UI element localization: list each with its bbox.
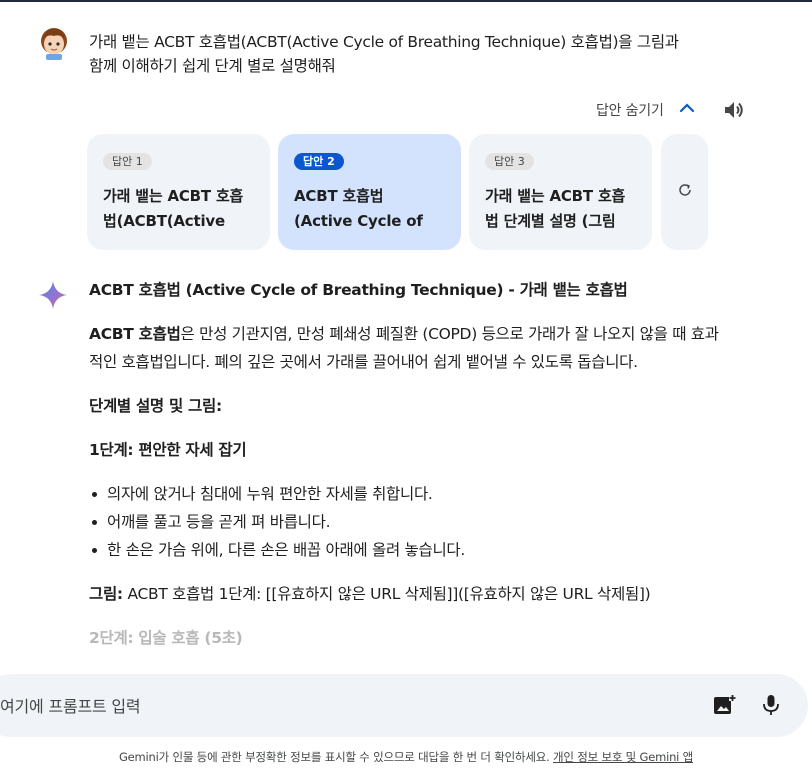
list-item: 어깨를 풀고 등을 곧게 펴 바릅니다. bbox=[89, 508, 719, 536]
response-title: ACBT 호흡법 (Active Cycle of Breathing Tech… bbox=[89, 281, 628, 299]
user-prompt: 가래 뱉는 ACBT 호흡법(ACBT(Active Cycle of Brea… bbox=[89, 30, 709, 78]
prompt-input-placeholder[interactable]: 여기에 프롬프트 입력 bbox=[0, 693, 141, 717]
draft-badge: 답안 2 bbox=[294, 153, 344, 170]
hide-drafts-label: 답안 숨기기 bbox=[596, 103, 664, 119]
disclaimer-text: Gemini가 인물 등에 관한 부정확한 정보를 표시할 수 있으므로 대답을… bbox=[118, 750, 554, 764]
intro-paragraph: ACBT 호흡법은 만성 기관지염, 만성 폐쇄성 폐질환 (COPD) 등으로… bbox=[89, 320, 719, 376]
draft-text: 가래 뱉는 ACBT 호흡법(ACBT(Active bbox=[103, 187, 244, 230]
draft-badge: 답안 3 bbox=[485, 153, 534, 170]
intro-bold: ACBT 호흡법 bbox=[89, 325, 181, 343]
user-prompt-line: 가래 뱉는 ACBT 호흡법(ACBT(Active Cycle of Brea… bbox=[89, 33, 679, 51]
list-item: 의자에 앉거나 침대에 누워 편안한 자세를 취합니다. bbox=[89, 480, 719, 508]
add-image-icon[interactable] bbox=[712, 693, 736, 717]
step1-heading: 1단계: 편안한 자세 잡기 bbox=[89, 441, 247, 459]
top-border bbox=[0, 0, 812, 2]
step1-list: 의자에 앉거나 침대에 누워 편안한 자세를 취합니다. 어깨를 풀고 등을 곧… bbox=[89, 480, 719, 564]
prompt-input-bar[interactable]: 여기에 프롬프트 입력 bbox=[0, 674, 808, 737]
step2-heading: 2단계: 입술 호흡 (5초) bbox=[89, 629, 243, 647]
hide-drafts-button[interactable]: 답안 숨기기 bbox=[596, 99, 696, 121]
refresh-icon bbox=[677, 182, 693, 202]
draft-card-1[interactable]: 답안 1 가래 뱉는 ACBT 호흡법(ACBT(Active bbox=[87, 134, 270, 250]
section-heading: 단계별 설명 및 그림: bbox=[89, 397, 222, 415]
draft-text: 가래 뱉는 ACBT 호흡법 단계별 설명 (그림 bbox=[485, 187, 626, 230]
user-prompt-line: 함께 이해하기 쉽게 단계 별로 설명해줘 bbox=[89, 57, 336, 75]
figure-text: ACBT 호흡법 1단계: [[유효하지 않은 URL 삭제됨]]([유효하지 … bbox=[122, 585, 651, 603]
response-body: ACBT 호흡법 (Active Cycle of Breathing Tech… bbox=[89, 276, 719, 668]
microphone-icon[interactable] bbox=[759, 692, 783, 718]
draft-text: ACBT 호흡법 (Active Cycle of bbox=[294, 187, 423, 230]
intro-text: 은 만성 기관지염, 만성 폐쇄성 폐질환 (COPD) 등으로 가래가 잘 나… bbox=[89, 325, 719, 371]
draft-badge: 답안 1 bbox=[103, 153, 152, 170]
gemini-sparkle-icon bbox=[38, 280, 68, 310]
footer-disclaimer: Gemini가 인물 등에 관한 부정확한 정보를 표시할 수 있으므로 대답을… bbox=[0, 749, 812, 765]
draft-card-3[interactable]: 답안 3 가래 뱉는 ACBT 호흡법 단계별 설명 (그림 bbox=[469, 134, 652, 250]
speaker-icon[interactable] bbox=[722, 98, 746, 122]
figure-label: 그림: bbox=[89, 585, 123, 603]
user-avatar bbox=[38, 26, 70, 60]
privacy-link[interactable]: 개인 정보 보호 및 Gemini 앱 bbox=[553, 750, 693, 764]
draft-card-2[interactable]: 답안 2 ACBT 호흡법 (Active Cycle of bbox=[278, 134, 461, 250]
chevron-up-icon bbox=[678, 99, 696, 121]
regenerate-drafts-button[interactable] bbox=[661, 134, 708, 250]
list-item: 한 손은 가슴 위에, 다른 손은 배꼽 아래에 올려 놓습니다. bbox=[89, 536, 719, 564]
figure-line: 그림: ACBT 호흡법 1단계: [[유효하지 않은 URL 삭제됨]]([유… bbox=[89, 580, 719, 608]
